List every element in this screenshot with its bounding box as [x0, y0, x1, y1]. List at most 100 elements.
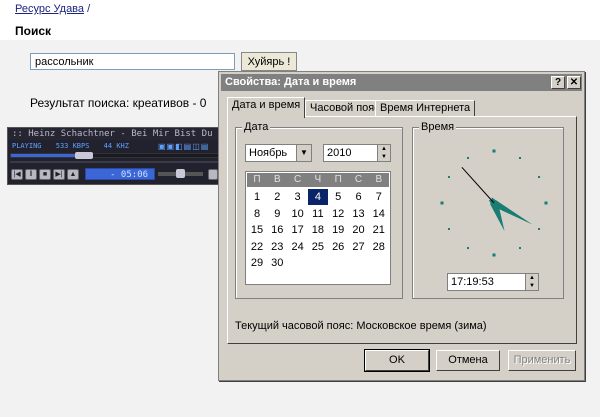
winamp-shade-button[interactable]: [208, 169, 218, 180]
breadcrumb-link[interactable]: Ресурс Удава: [15, 3, 84, 15]
winamp-prev-button[interactable]: |◀: [11, 169, 23, 180]
calendar-day[interactable]: 19: [328, 222, 348, 238]
calendar-day[interactable]: 1: [247, 189, 267, 205]
winamp-seek-knob[interactable]: [74, 152, 93, 159]
spin-up-icon[interactable]: ▲: [378, 145, 390, 153]
calendar-day[interactable]: 24: [288, 239, 308, 255]
calendar-grid[interactable]: ПВСЧПСВ 1 2 3 4 5 6 7 8 9 10 11 12 13 14 15 16 17 18 19 20 2…: [245, 171, 391, 285]
winamp-bitrate: 533 KBPS: [55, 142, 90, 150]
analog-clock: [440, 149, 548, 257]
calendar-day[interactable]: 26: [328, 239, 348, 255]
time-group-label: Время: [419, 121, 457, 133]
calendar-day[interactable]: 16: [267, 222, 287, 238]
spin-down-icon[interactable]: ▼: [378, 153, 390, 161]
weekday-header: В: [375, 174, 383, 185]
winamp-info: PLAYING 533 KBPS 44 KHZ: [12, 142, 139, 150]
date-group-label: Дата: [242, 121, 271, 133]
search-result-text: Результат поиска: креативов - 0: [30, 96, 207, 110]
clock-hour-mark: [538, 228, 541, 230]
clock-hour-mark: [447, 228, 450, 230]
calendar-day[interactable]: 29: [247, 255, 267, 271]
calendar-day[interactable]: 14: [369, 206, 389, 222]
ok-button[interactable]: OK: [364, 349, 430, 372]
calendar-day[interactable]: 21: [369, 222, 389, 238]
time-spinner[interactable]: 17:19:53 ▲ ▼: [447, 273, 539, 291]
weekday-header: С: [354, 174, 363, 185]
help-button[interactable]: ?: [551, 76, 565, 89]
month-select[interactable]: Ноябрь ▼: [245, 144, 312, 162]
web-header: Ресурс Удава / Поиск: [0, 0, 600, 40]
year-spinner[interactable]: 2010 ▲ ▼: [323, 144, 391, 162]
winamp-mode-icons[interactable]: ▣▣◧▤◫▤: [158, 142, 209, 151]
weekday-header: С: [293, 174, 302, 185]
calendar-day[interactable]: 30: [267, 255, 287, 271]
clock-hour-mark: [492, 149, 496, 153]
winamp-divider: [10, 161, 232, 163]
calendar-day[interactable]: 7: [369, 189, 389, 205]
clock-hour-mark: [492, 253, 496, 257]
winamp-player: :: Heinz Schachtner - Bei Mir Bist Du Sc…: [7, 127, 234, 185]
breadcrumb: Ресурс Удава /: [15, 3, 90, 15]
winamp-next-button[interactable]: ▶|: [53, 169, 65, 180]
winamp-time-display[interactable]: - 05:06: [85, 168, 155, 180]
winamp-volume-slider[interactable]: [158, 169, 203, 178]
winamp-seek-bar[interactable]: [10, 152, 232, 159]
calendar-day[interactable]: 5: [328, 189, 348, 205]
winamp-status: PLAYING: [12, 142, 42, 150]
calendar-day[interactable]: 2: [267, 189, 287, 205]
winamp-stop-button[interactable]: ■: [39, 169, 51, 180]
spin-down-icon[interactable]: ▼: [526, 282, 538, 290]
winamp-samplerate: 44 KHZ: [103, 142, 129, 150]
time-spin-buttons[interactable]: ▲ ▼: [525, 274, 538, 290]
month-value: Ноябрь: [249, 147, 288, 159]
calendar-day[interactable]: 18: [308, 222, 328, 238]
calendar-header: ПВСЧПСВ: [247, 173, 389, 187]
calendar-day[interactable]: 20: [349, 222, 369, 238]
breadcrumb-separator: /: [87, 3, 91, 15]
datetime-dialog: Свойства: Дата и время ? ✕ Дата и время …: [218, 71, 585, 381]
year-value: 2010: [327, 147, 352, 159]
calendar-day[interactable]: 4: [307, 189, 328, 205]
spin-up-icon[interactable]: ▲: [526, 274, 538, 282]
clock-hour-mark: [440, 201, 444, 205]
search-title: Поиск: [15, 24, 52, 38]
year-spin-buttons[interactable]: ▲ ▼: [377, 145, 390, 161]
calendar-day[interactable]: 27: [349, 239, 369, 255]
calendar-day[interactable]: 15: [247, 222, 267, 238]
calendar-day[interactable]: 12: [328, 206, 348, 222]
calendar-day[interactable]: 13: [349, 206, 369, 222]
calendar-day[interactable]: 17: [288, 222, 308, 238]
calendar-day[interactable]: 28: [369, 239, 389, 255]
search-input[interactable]: [30, 53, 235, 70]
clock-hour-mark: [538, 176, 541, 178]
calendar-day[interactable]: 22: [247, 239, 267, 255]
calendar-day[interactable]: 3: [288, 189, 308, 205]
clock-hour-mark: [544, 201, 548, 205]
calendar-day[interactable]: 25: [308, 239, 328, 255]
dialog-titlebar[interactable]: Свойства: Дата и время ? ✕: [221, 74, 582, 91]
winamp-seek-fill: [11, 154, 84, 157]
tab-internet-time[interactable]: Время Интернета: [375, 100, 476, 117]
apply-button[interactable]: Применить: [508, 350, 576, 371]
winamp-pause-button[interactable]: ‖: [25, 169, 37, 180]
cancel-button[interactable]: Отмена: [436, 350, 500, 371]
chevron-down-icon[interactable]: ▼: [296, 145, 311, 161]
winamp-title[interactable]: :: Heinz Schachtner - Bei Mir Bist Du Sc…: [8, 128, 234, 140]
close-button[interactable]: ✕: [567, 76, 581, 89]
winamp-eject-button[interactable]: ▲: [67, 169, 79, 180]
calendar-day[interactable]: 23: [267, 239, 287, 255]
tab-date-time[interactable]: Дата и время: [227, 97, 306, 118]
dialog-title: Свойства: Дата и время: [225, 76, 357, 88]
weekday-header: Ч: [314, 174, 322, 185]
winamp-volume-knob[interactable]: [176, 169, 185, 178]
calendar-day[interactable]: 9: [267, 206, 287, 222]
tab-timezone[interactable]: Часовой пояс: [305, 100, 385, 117]
calendar-day[interactable]: 6: [349, 189, 369, 205]
search-button[interactable]: Хуйярь !: [241, 52, 297, 71]
calendar-day[interactable]: 10: [288, 206, 308, 222]
calendar-day[interactable]: 11: [308, 206, 328, 222]
clock-hour-mark: [467, 156, 469, 159]
clock-hour-mark: [519, 156, 521, 159]
timezone-text: Текущий часовой пояс: Московское время (…: [235, 320, 487, 332]
calendar-day[interactable]: 8: [247, 206, 267, 222]
